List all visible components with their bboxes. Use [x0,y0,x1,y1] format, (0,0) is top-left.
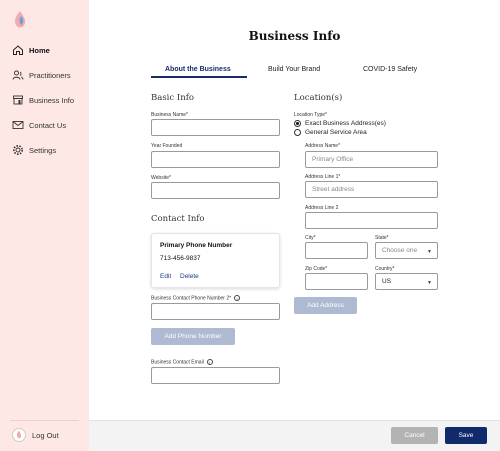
active-tab-indicator [151,76,247,78]
phone2-label: Business Contact Phone Number 2* i [151,295,241,302]
cancel-button[interactable]: Cancel [391,427,438,444]
country-select[interactable]: US ▼ [375,273,438,290]
tab-covid-19-safety[interactable]: COVID-19 Safety [363,66,417,73]
add-address-button[interactable]: Add Address [294,297,357,314]
page-title: Business Info [248,29,341,43]
radio-general-service-area[interactable]: General Service Area [294,129,367,136]
contact-info-heading: Contact Info [151,214,205,224]
sidebar-item-label: Settings [29,145,57,155]
sidebar-item-label: Practitioners [29,70,71,80]
address-name-input[interactable]: Primary Office [305,151,438,168]
sidebar-item-home[interactable]: Home [12,44,50,56]
mail-icon [12,119,24,131]
radio-selected-icon [294,120,301,127]
website-input[interactable] [151,182,280,199]
phone2-input[interactable] [151,303,280,320]
primary-phone-card: Primary Phone Number 713-456-9837 Edit D… [151,233,280,288]
avatar [12,428,26,442]
sidebar: Home Practitioners Business Info Contact… [0,0,89,451]
location-type-label: Location Type* [294,112,327,118]
city-label: City* [305,235,316,241]
tab-build-your-brand[interactable]: Build Your Brand [268,66,320,73]
address-line2-label: Address Line 2 [305,205,339,211]
sidebar-item-label: Business Info [29,95,75,105]
city-input[interactable] [305,242,368,259]
logout-label: Log Out [32,430,59,440]
store-icon [12,94,24,106]
state-select[interactable]: Choose one ▼ [375,242,438,259]
address-name-label: Address Name* [305,143,341,149]
save-button[interactable]: Save [445,427,487,444]
sidebar-item-business-info[interactable]: Business Info [12,94,74,106]
sidebar-item-practitioners[interactable]: Practitioners [12,69,71,81]
brand-logo-icon [12,10,28,30]
add-phone-button[interactable]: Add Phone Number [151,328,235,345]
email-label: Business Contact Email i [151,359,213,365]
country-label: Country* [375,266,395,272]
primary-phone-title: Primary Phone Number [160,242,233,249]
radio-exact-label: Exact Business Address(es) [305,120,386,127]
info-icon[interactable]: i [234,295,241,301]
delete-phone-link[interactable]: Delete [180,273,199,280]
year-founded-label: Year Founded [151,143,183,149]
website-label: Website* [151,175,171,181]
country-select-value: US [382,278,392,285]
sidebar-item-label: Contact Us [29,120,67,130]
chevron-down-icon: ▼ [427,280,432,286]
address-line1-label: Address Line 1* [305,174,341,180]
state-select-value: Choose one [382,247,418,254]
business-name-input[interactable] [151,119,280,136]
year-founded-input[interactable] [151,151,280,168]
address-line1-input[interactable]: Street address [305,181,438,198]
sidebar-item-settings[interactable]: Settings [12,144,56,156]
radio-unselected-icon [294,129,301,136]
info-icon[interactable]: i [206,359,213,365]
home-icon [12,44,24,56]
radio-exact-address[interactable]: Exact Business Address(es) [294,120,386,127]
logout-button[interactable]: Log Out [12,428,59,442]
sidebar-divider [10,420,79,421]
email-label-text: Business Contact Email [151,359,204,366]
sidebar-item-contact-us[interactable]: Contact Us [12,119,66,131]
sidebar-item-label: Home [29,45,50,55]
footer-bar [89,420,500,451]
business-name-label: Business Name* [151,112,188,118]
zip-input[interactable] [305,273,368,290]
chevron-down-icon: ▼ [427,249,432,255]
edit-phone-link[interactable]: Edit [160,273,171,280]
tab-about-the-business[interactable]: About the Business [165,66,231,73]
zip-label: Zip Code* [305,266,328,272]
gear-icon [12,144,24,156]
people-icon [12,69,24,81]
locations-heading: Location(s) [294,93,343,103]
radio-general-label: General Service Area [305,129,367,136]
email-input[interactable] [151,367,280,384]
primary-phone-number: 713-456-9837 [160,255,201,262]
basic-info-heading: Basic Info [151,93,194,103]
state-label: State* [375,235,389,241]
phone2-label-text: Business Contact Phone Number 2* [151,295,232,302]
address-line2-input[interactable] [305,212,438,229]
